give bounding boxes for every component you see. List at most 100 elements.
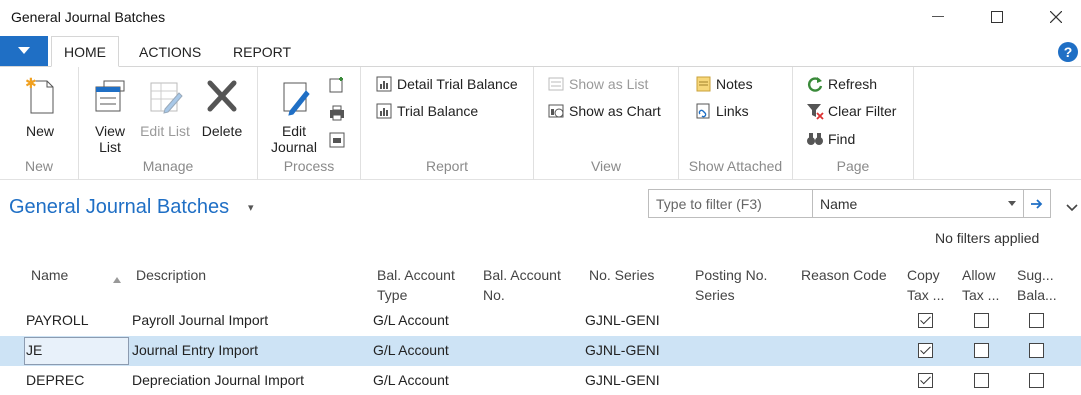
- group-label-view: View: [590, 158, 622, 174]
- help-icon[interactable]: ?: [1058, 42, 1078, 62]
- checkbox-copy-tax[interactable]: [918, 343, 933, 358]
- table-row-selected[interactable]: JE Journal Entry Import G/L Account GJNL…: [0, 336, 1081, 366]
- cell-bal-account-type[interactable]: G/L Account: [373, 312, 449, 328]
- table-row[interactable]: PAYROLL Payroll Journal Import G/L Accou…: [0, 306, 1081, 336]
- column-header-no-series[interactable]: No. Series: [589, 265, 654, 285]
- ribbon-group-report: Detail Trial Balance Trial Balance Repor…: [361, 67, 534, 180]
- group-label-process: Process: [283, 158, 335, 174]
- close-button[interactable]: [1036, 4, 1076, 30]
- apply-filter-button[interactable]: [1023, 190, 1050, 217]
- minimize-button[interactable]: [918, 4, 958, 30]
- column-header-posting-no-series[interactable]: Posting No. Series: [695, 265, 767, 305]
- column-header-sug-bal[interactable]: Sug... Bala...: [1017, 265, 1057, 305]
- column-header-description[interactable]: Description: [136, 265, 206, 285]
- group-label-show-attached: Show Attached: [688, 158, 783, 174]
- checkbox-copy-tax[interactable]: [918, 313, 933, 328]
- tab-actions[interactable]: ACTIONS: [127, 36, 213, 67]
- arrow-right-icon: [1031, 198, 1043, 209]
- links-button[interactable]: Links: [694, 100, 749, 122]
- caret-down-icon[interactable]: ▾: [248, 201, 254, 214]
- new-document-icon: ✱: [22, 73, 58, 119]
- notes-icon: [696, 76, 711, 92]
- binoculars-icon: [807, 133, 823, 145]
- cell-bal-account-type[interactable]: G/L Account: [373, 342, 449, 358]
- tab-home[interactable]: HOME: [51, 36, 119, 67]
- edit-list-button[interactable]: Edit List: [139, 73, 191, 139]
- cell-description[interactable]: Depreciation Journal Import: [132, 372, 304, 388]
- show-as-chart-button[interactable]: Show as Chart: [547, 100, 661, 122]
- checkbox-sug-bal[interactable]: [1029, 343, 1044, 358]
- edit-journal-icon: [276, 73, 312, 119]
- maximize-button[interactable]: [977, 4, 1017, 30]
- show-as-list-button[interactable]: Show as List: [547, 73, 648, 95]
- delete-button[interactable]: Delete: [196, 73, 248, 139]
- edit-list-icon: [147, 73, 183, 119]
- column-header-name[interactable]: Name: [31, 265, 68, 285]
- page-title[interactable]: General Journal Batches: [9, 196, 229, 219]
- checkbox-allow-tax[interactable]: [974, 343, 989, 358]
- cell-no-series[interactable]: GJNL-GENI: [585, 372, 660, 388]
- svg-text:✱: ✱: [25, 76, 37, 92]
- filter-field-select[interactable]: Name: [812, 190, 1024, 217]
- application-menu-button[interactable]: [0, 36, 48, 66]
- report-icon: [376, 103, 392, 119]
- caret-down-icon: [18, 47, 30, 54]
- post-icon[interactable]: [328, 131, 346, 149]
- cell-name[interactable]: DEPREC: [26, 372, 84, 388]
- new-button[interactable]: ✱ New: [14, 73, 66, 139]
- column-header-copy-tax[interactable]: Copy Tax ...: [907, 265, 944, 305]
- view-list-button[interactable]: View List: [84, 73, 136, 155]
- refresh-button[interactable]: Refresh: [806, 73, 877, 95]
- checkbox-allow-tax[interactable]: [974, 313, 989, 328]
- delete-x-icon: [204, 73, 240, 119]
- checkbox-allow-tax[interactable]: [974, 373, 989, 388]
- grid-header: Name Description Bal. Account Type Bal. …: [0, 262, 1081, 306]
- column-header-reason-code[interactable]: Reason Code: [801, 265, 887, 285]
- cell-bal-account-type[interactable]: G/L Account: [373, 372, 449, 388]
- checkbox-copy-tax[interactable]: [918, 373, 933, 388]
- notes-button[interactable]: Notes: [694, 73, 753, 95]
- ribbon-group-process: Edit Journal Process: [258, 67, 361, 180]
- title-bar: General Journal Batches: [0, 0, 1081, 36]
- clear-filter-icon: [807, 104, 824, 120]
- ribbon-group-page: Refresh Clear Filter Find Page: [793, 67, 914, 180]
- view-list-icon: [92, 73, 128, 119]
- cell-no-series[interactable]: GJNL-GENI: [585, 312, 660, 328]
- column-header-bal-account-type[interactable]: Bal. Account Type: [377, 265, 455, 305]
- group-label-new: New: [24, 158, 53, 174]
- group-label-report: Report: [425, 158, 469, 174]
- group-label-page: Page: [836, 158, 870, 174]
- edit-journal-button[interactable]: Edit Journal: [267, 73, 321, 155]
- find-button[interactable]: Find: [806, 128, 855, 150]
- collapse-chevron-icon[interactable]: [1066, 199, 1078, 215]
- column-header-bal-account-no[interactable]: Bal. Account No.: [483, 265, 561, 305]
- column-header-allow-tax[interactable]: Allow Tax ...: [962, 265, 999, 305]
- detail-trial-balance-button[interactable]: Detail Trial Balance: [375, 73, 518, 95]
- filter-input[interactable]: Type to filter (F3): [649, 190, 812, 217]
- cell-description[interactable]: Payroll Journal Import: [132, 312, 268, 328]
- ribbon: ✱ New New View List Edit List Delete Man…: [0, 67, 1081, 180]
- filter-status: No filters applied: [935, 230, 1040, 246]
- new-page-icon[interactable]: [328, 75, 346, 93]
- ribbon-group-view: Show as List Show as Chart View: [534, 67, 679, 180]
- cell-name[interactable]: PAYROLL: [26, 312, 89, 328]
- list-icon: [548, 77, 564, 91]
- cell-description[interactable]: Journal Entry Import: [132, 342, 258, 358]
- group-label-manage: Manage: [142, 158, 194, 174]
- ribbon-group-show-attached: Notes Links Show Attached: [679, 67, 793, 180]
- link-icon: [696, 103, 710, 119]
- cell-no-series[interactable]: GJNL-GENI: [585, 342, 660, 358]
- table-row[interactable]: DEPREC Depreciation Journal Import G/L A…: [0, 366, 1081, 395]
- ribbon-group-manage: View List Edit List Delete Manage: [79, 67, 258, 180]
- chevron-down-icon: [1008, 201, 1016, 206]
- filter-bar: Type to filter (F3) Name: [648, 189, 1051, 218]
- checkbox-sug-bal[interactable]: [1029, 373, 1044, 388]
- clear-filter-button[interactable]: Clear Filter: [806, 100, 896, 122]
- print-icon[interactable]: [328, 103, 346, 121]
- ribbon-group-new: ✱ New New: [0, 67, 79, 180]
- checkbox-sug-bal[interactable]: [1029, 313, 1044, 328]
- sort-ascending-icon: [113, 277, 121, 283]
- trial-balance-button[interactable]: Trial Balance: [375, 100, 478, 122]
- tab-report[interactable]: REPORT: [221, 36, 303, 67]
- cell-name[interactable]: JE: [26, 342, 42, 358]
